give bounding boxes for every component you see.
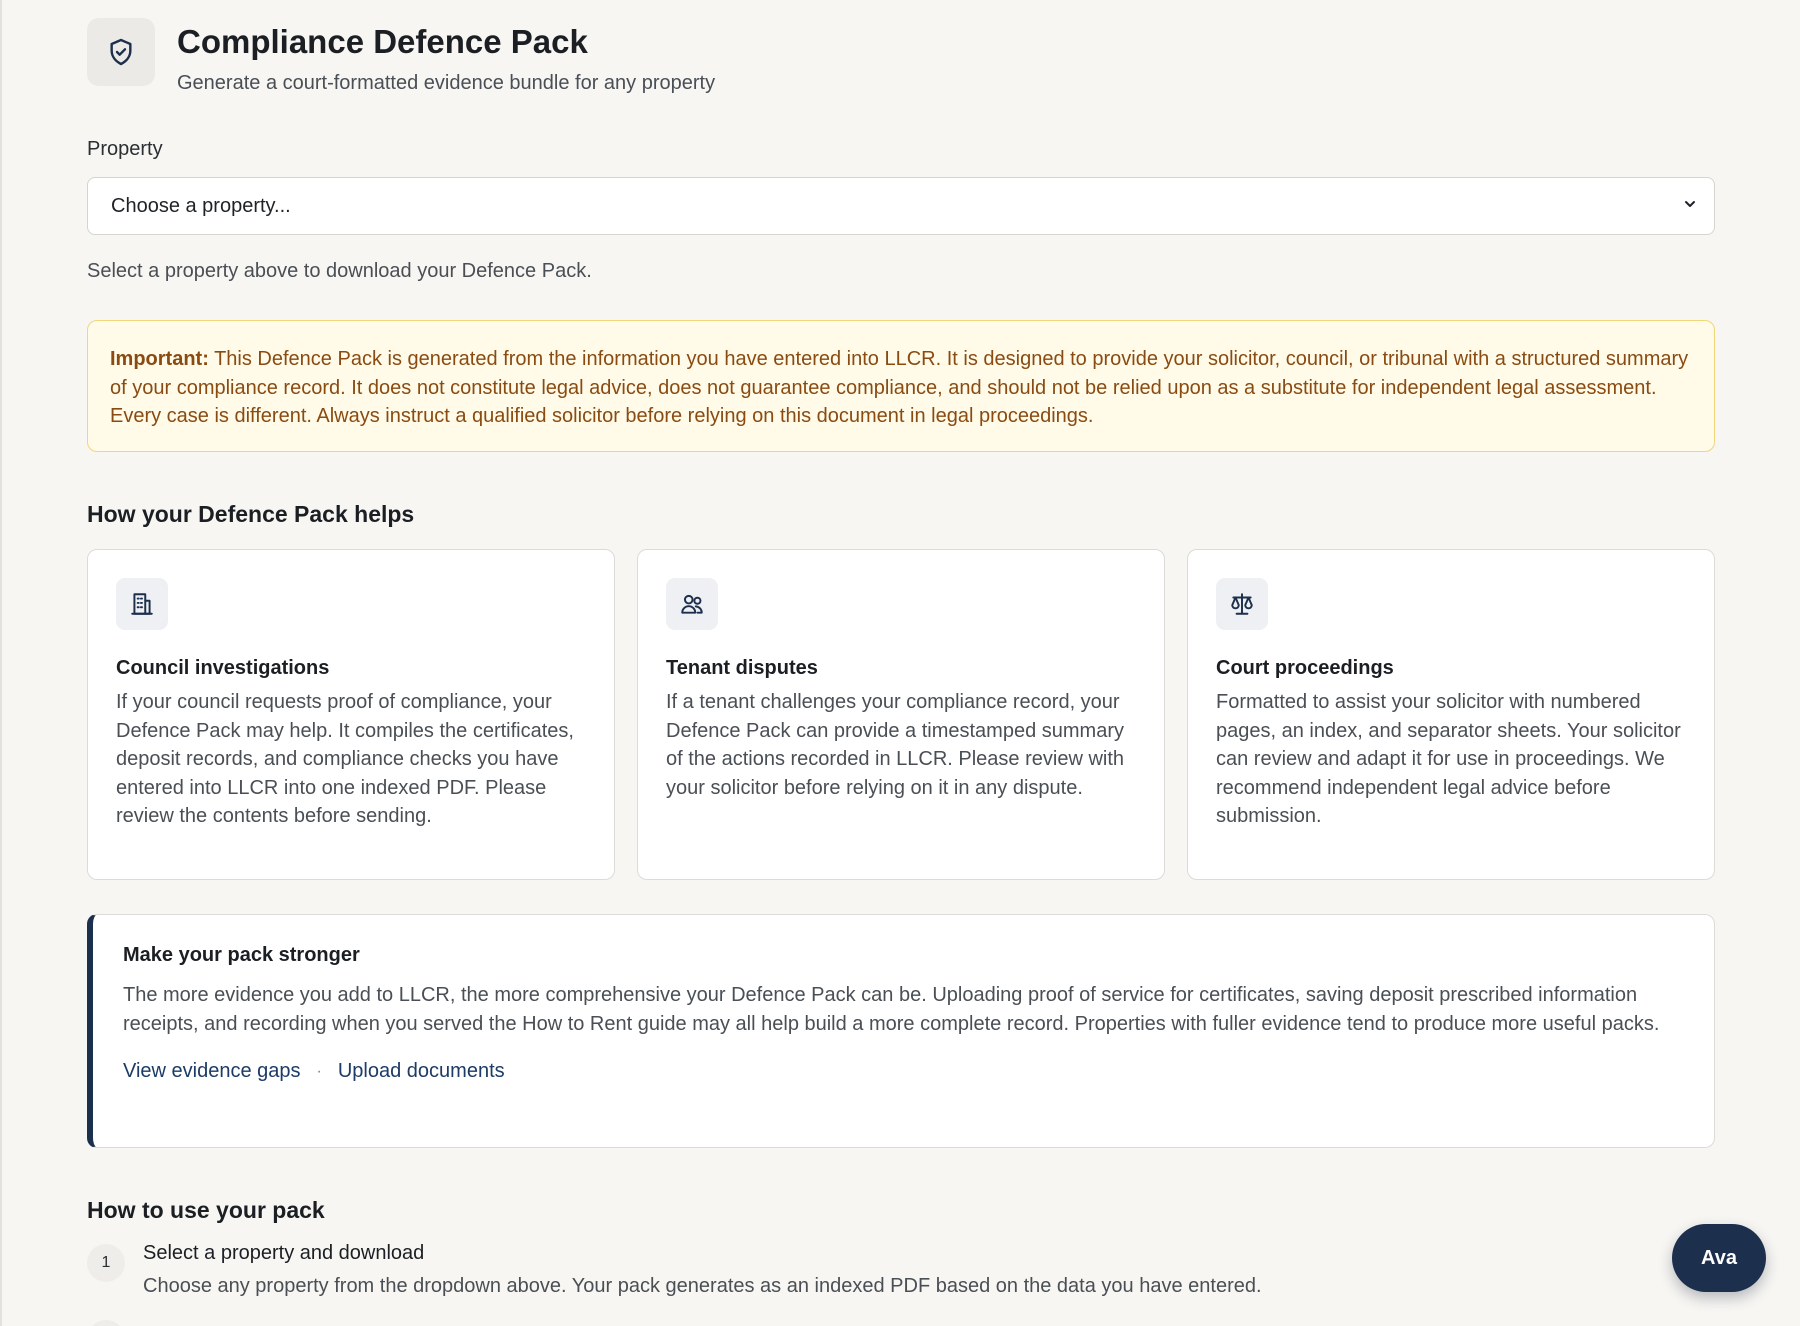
property-select-value: Choose a property... bbox=[111, 194, 291, 217]
usage-title: How to use your pack bbox=[87, 1197, 325, 1223]
stronger-links: View evidence gaps · Upload documents bbox=[123, 1060, 1684, 1083]
page-header: Compliance Defence Pack Generate a court… bbox=[87, 18, 715, 95]
card-council: Council investigations If your council r… bbox=[87, 549, 615, 880]
ava-assistant-button[interactable]: Ava bbox=[1672, 1224, 1766, 1292]
page: Compliance Defence Pack Generate a court… bbox=[0, 0, 1800, 1326]
alert-strong: Important: bbox=[110, 348, 209, 370]
important-alert: Important: This Defence Pack is generate… bbox=[87, 320, 1715, 452]
card-court: Court proceedings Formatted to assist yo… bbox=[1187, 549, 1715, 880]
pack-stronger-box: Make your pack stronger The more evidenc… bbox=[87, 914, 1715, 1148]
page-title: Compliance Defence Pack bbox=[177, 23, 588, 60]
step-body: Choose any property from the dropdown ab… bbox=[143, 1275, 1262, 1297]
stronger-title: Make your pack stronger bbox=[123, 944, 360, 966]
step-number: 1 bbox=[87, 1244, 125, 1282]
upload-documents-link[interactable]: Upload documents bbox=[338, 1060, 505, 1083]
page-subtitle: Generate a court-formatted evidence bund… bbox=[177, 72, 716, 94]
card-title: Court proceedings bbox=[1216, 657, 1394, 679]
stronger-body: The more evidence you add to LLCR, the m… bbox=[123, 984, 1660, 1035]
property-hint: Select a property above to download your… bbox=[87, 260, 592, 282]
view-evidence-gaps-link[interactable]: View evidence gaps bbox=[123, 1060, 301, 1083]
card-title: Council investigations bbox=[116, 657, 330, 679]
property-select[interactable]: Choose a property... bbox=[87, 177, 1715, 235]
card-body: Formatted to assist your solicitor with … bbox=[1216, 691, 1681, 827]
step-item: 1 Select a property and download Choose … bbox=[87, 1242, 1262, 1298]
helps-title: How your Defence Pack helps bbox=[87, 501, 415, 527]
shield-check-icon bbox=[87, 18, 155, 86]
alert-text: This Defence Pack is generated from the … bbox=[110, 348, 1689, 427]
card-title: Tenant disputes bbox=[666, 657, 818, 679]
chevron-down-icon bbox=[1682, 196, 1698, 217]
building-icon bbox=[116, 578, 168, 630]
left-divider bbox=[0, 0, 2, 1326]
scales-icon bbox=[1216, 578, 1268, 630]
card-tenant: Tenant disputes If a tenant challenges y… bbox=[637, 549, 1165, 880]
property-label: Property bbox=[87, 138, 163, 160]
users-icon bbox=[666, 578, 718, 630]
card-body: If your council requests proof of compli… bbox=[116, 691, 574, 827]
step-number-next bbox=[87, 1320, 125, 1326]
card-body: If a tenant challenges your compliance r… bbox=[666, 691, 1125, 799]
step-title: Select a property and download bbox=[143, 1242, 425, 1264]
link-separator: · bbox=[316, 1062, 322, 1080]
